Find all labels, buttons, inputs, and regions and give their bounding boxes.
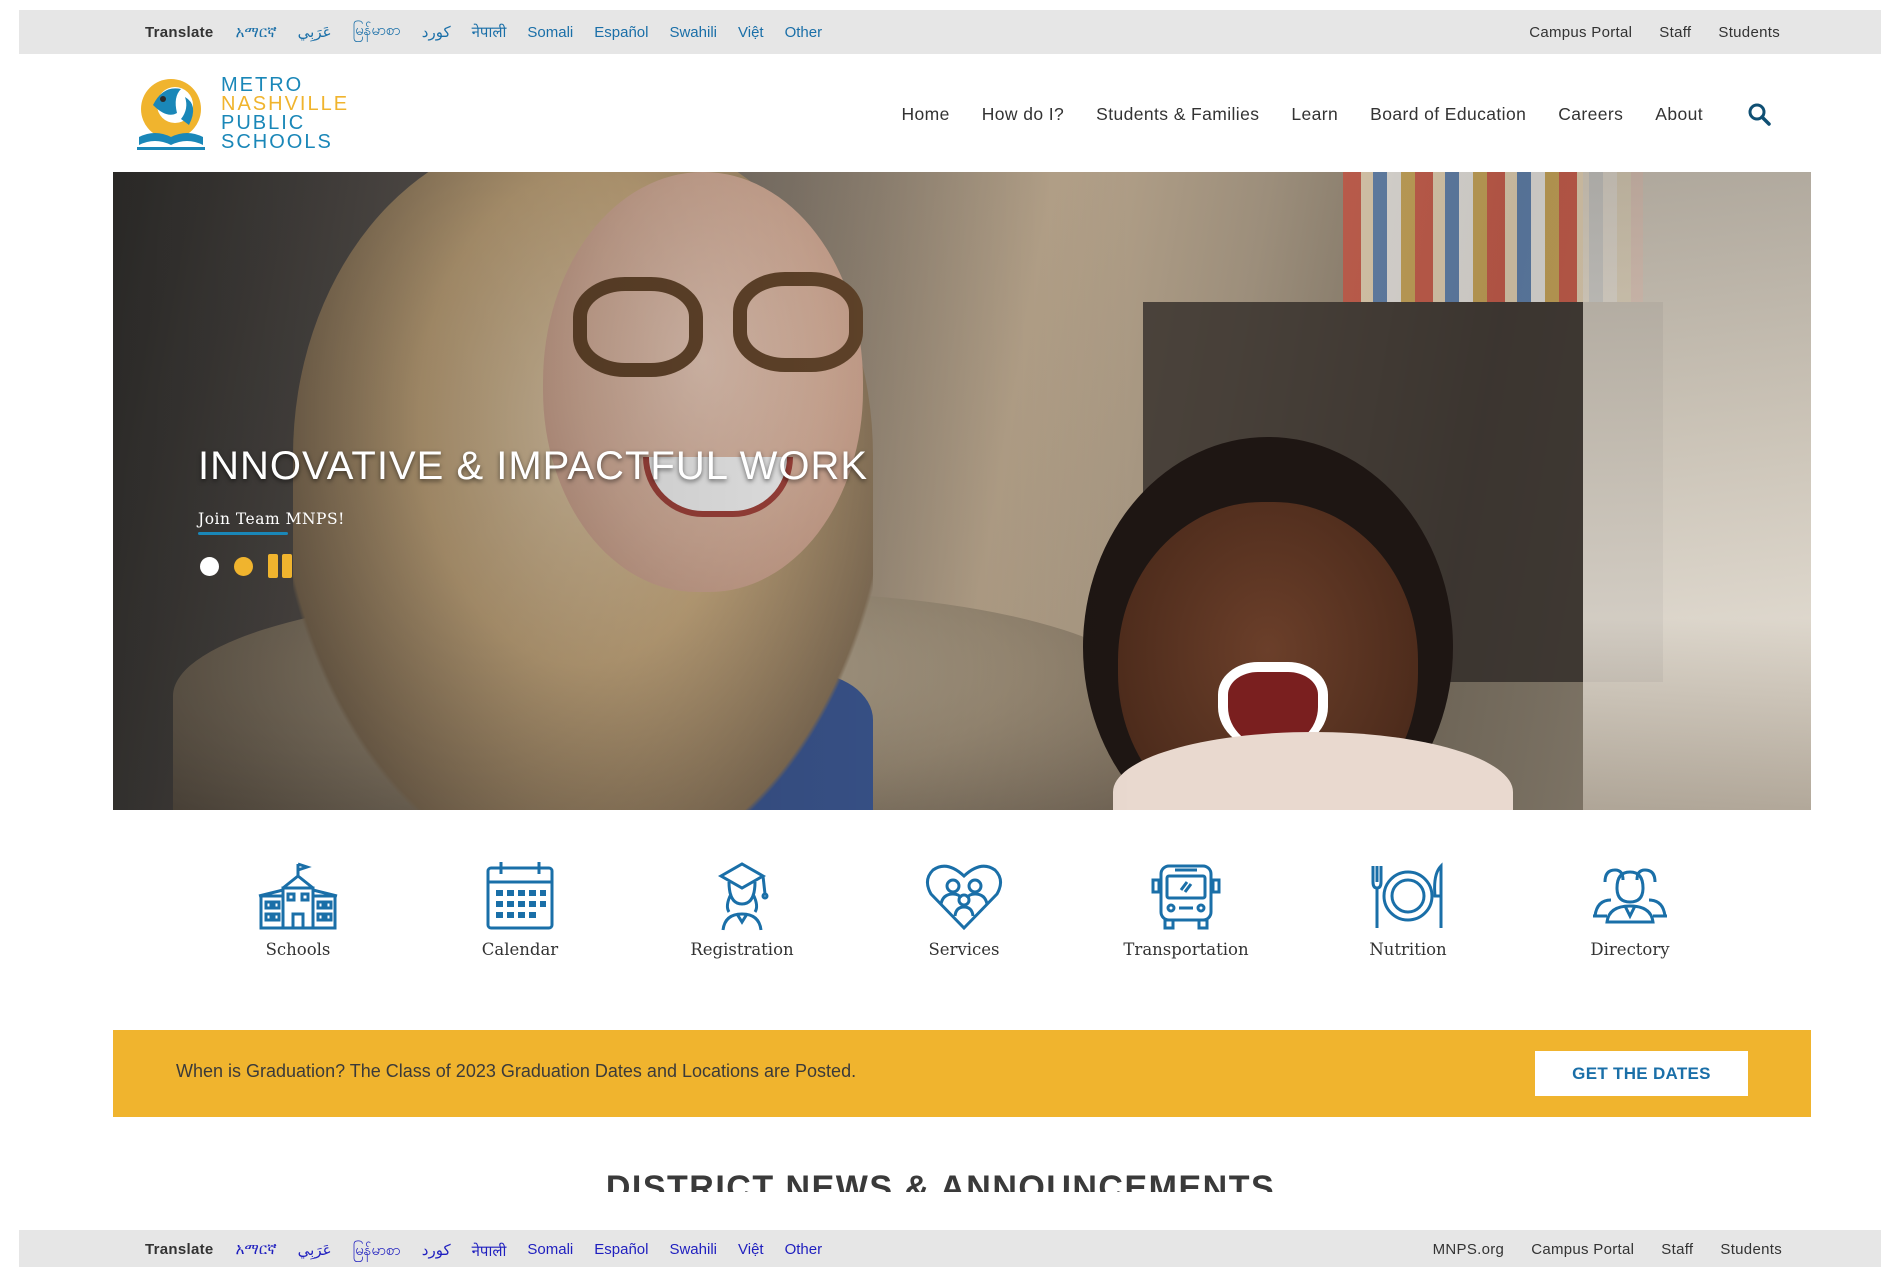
quick-link-label: Registration [690,940,794,959]
quick-link-calendar[interactable]: Calendar [430,860,610,959]
quick-link-label: Nutrition [1369,940,1447,959]
slide-dot-2[interactable] [234,556,253,576]
bottom-lang-other[interactable]: Other [785,1241,823,1263]
nav-home[interactable]: Home [901,104,949,125]
bottom-utility-links: MNPS.org Campus Portal Staff Students [1406,1241,1782,1258]
quick-link-label: Services [928,940,1000,959]
lang-kurdish[interactable]: كورد [422,23,451,41]
news-title: DISTRICT NEWS & ANNOUNCEMENTS [605,1169,1276,1192]
bottom-lang-somali[interactable]: Somali [527,1241,573,1263]
quick-link-registration[interactable]: Registration [652,860,832,959]
nav-board-of-education[interactable]: Board of Education [1370,104,1526,125]
quick-link-transportation[interactable]: Transportation [1096,860,1276,959]
quick-link-label: Directory [1590,940,1670,959]
bottom-staff-link[interactable]: Staff [1661,1241,1693,1258]
join-team-underline [198,532,288,535]
lang-vietnamese[interactable]: Việt [738,24,764,41]
quick-link-schools[interactable]: Schools [208,860,388,959]
quick-link-nutrition[interactable]: Nutrition [1318,860,1498,959]
utility-links: Campus Portal Staff Students [1502,24,1780,41]
join-team-label: Join Team MNPS! [198,510,345,528]
bus-icon [1151,864,1221,930]
lang-somali[interactable]: Somali [527,24,573,41]
graduation-banner: When is Graduation? The Class of 2023 Gr… [113,1030,1811,1117]
lang-arabic[interactable]: عَرَبِي [298,23,332,41]
bottom-lang-spanish[interactable]: Español [594,1241,648,1263]
lang-other[interactable]: Other [785,24,823,41]
mnps-bird-book-icon [137,79,205,150]
lang-amharic[interactable]: አማርኛ [236,24,277,41]
nav-about[interactable]: About [1655,104,1703,125]
bottom-lang-arabic[interactable]: عَرَبِي [298,1241,332,1263]
bottom-translate-bar: Translate አማርኛ عَرَبِي မြန်မာစာ كورد नेप… [19,1230,1881,1267]
nav-learn[interactable]: Learn [1291,104,1338,125]
graduate-icon [717,862,769,931]
school-building-icon [258,862,338,930]
plate-utensils-icon [1371,862,1443,928]
hero-overlay [113,172,1811,810]
students-link[interactable]: Students [1718,24,1780,41]
nav-students-families[interactable]: Students & Families [1096,104,1259,125]
mnps-org-link[interactable]: MNPS.org [1433,1241,1505,1258]
join-team-link[interactable]: Join Team MNPS! [198,510,345,535]
hero-title: INNOVATIVE & IMPACTFUL WORK [198,444,869,488]
lang-burmese[interactable]: မြန်မာစာ [353,21,401,43]
calendar-icon [486,862,554,930]
carousel-controls [200,554,292,578]
bottom-lang-kurdish[interactable]: كورد [422,1241,451,1263]
quick-link-services[interactable]: Services [874,860,1054,959]
quick-link-label: Calendar [481,940,559,959]
bottom-lang-swahili[interactable]: Swahili [669,1241,717,1263]
news-section-heading: DISTRICT NEWS & ANNOUNCEMENTS [0,1168,1881,1192]
slide-dot-1[interactable] [200,556,219,576]
lang-nepali[interactable]: नेपाली [472,22,507,42]
pause-icon[interactable] [268,554,292,578]
staff-link[interactable]: Staff [1659,24,1691,41]
quick-link-label: Schools [265,940,331,959]
nav-careers[interactable]: Careers [1558,104,1623,125]
hero-carousel: INNOVATIVE & IMPACTFUL WORK Join Team MN… [113,172,1811,810]
lang-spanish[interactable]: Español [594,24,648,41]
bottom-lang-vietnamese[interactable]: Việt [738,1241,764,1263]
bottom-campus-portal-link[interactable]: Campus Portal [1531,1241,1634,1258]
quick-links: Schools Calendar Registration Services T… [0,860,1881,970]
mnps-logo[interactable]: METRO NASHVILLE PUBLIC SCHOOLS [133,74,363,154]
quick-link-directory[interactable]: Directory [1540,860,1720,959]
bottom-translate-label: Translate [145,1241,214,1258]
translate-bar: Translate አማርኛ عَرَبِي မြန်မာစာ كورد नेप… [19,10,1881,54]
heart-family-icon [926,864,1002,931]
graduation-banner-text: When is Graduation? The Class of 2023 Gr… [176,1061,857,1081]
bottom-lang-amharic[interactable]: አማርኛ [236,1241,277,1263]
site-header: METRO NASHVILLE PUBLIC SCHOOLS Home How … [0,54,1881,172]
quick-link-label: Transportation [1123,940,1249,959]
campus-portal-link[interactable]: Campus Portal [1529,24,1632,41]
language-list: Translate አማርኛ عَرَبِي မြန်မာစာ كورد नेप… [145,21,843,43]
bottom-language-list: Translate አማርኛ عَرَبِي မြန်မာစာ كورد नेप… [145,1241,843,1263]
bottom-lang-burmese[interactable]: မြန်မာစာ [353,1241,401,1263]
nav-how-do-i[interactable]: How do I? [982,104,1064,125]
logo-wordmark: METRO NASHVILLE PUBLIC SCHOOLS [221,75,349,153]
bottom-students-link[interactable]: Students [1720,1241,1782,1258]
lang-swahili[interactable]: Swahili [669,24,717,41]
translate-label: Translate [145,23,214,41]
logo-line-schools: SCHOOLS [221,131,333,153]
main-nav: Home How do I? Students & Families Learn… [869,102,1771,126]
get-the-dates-button[interactable]: GET THE DATES [1535,1051,1748,1096]
people-icon [1593,868,1667,924]
bottom-lang-nepali[interactable]: नेपाली [472,1241,507,1263]
search-icon[interactable] [1747,102,1771,126]
